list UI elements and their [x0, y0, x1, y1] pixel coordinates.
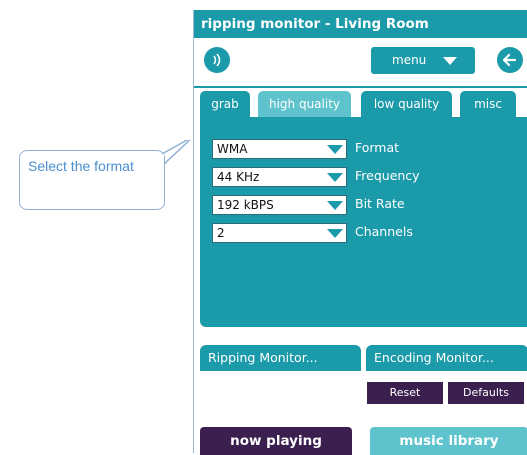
speaker-icon[interactable] [204, 47, 230, 73]
now-playing-tab[interactable]: now playing [200, 427, 352, 455]
chevron-down-icon [327, 173, 343, 182]
settings-panel: WMA Format 44 KHz Frequency 192 kBPS Bit… [200, 117, 527, 327]
device-screen: ripping monitor - Living Room menu grab … [193, 10, 527, 455]
bitrate-value: 192 kBPS [217, 198, 274, 212]
chevron-down-icon [327, 145, 343, 154]
chevron-down-icon [327, 201, 343, 210]
chevron-down-icon [443, 57, 457, 65]
chevron-down-icon [327, 229, 343, 238]
callout-text: Select the format [28, 158, 134, 174]
format-label: Format [355, 140, 400, 155]
bitrate-label: Bit Rate [355, 196, 405, 211]
defaults-button[interactable]: Defaults [448, 382, 524, 404]
speaker-icon-graphic [213, 53, 221, 67]
reset-button[interactable]: Reset [367, 382, 443, 404]
menu-label: menu [392, 53, 427, 67]
frequency-label: Frequency [355, 168, 420, 183]
channels-select[interactable]: 2 [212, 223, 347, 243]
ripping-monitor-button[interactable]: Ripping Monitor... [200, 345, 361, 371]
tab-high-quality[interactable]: high quality [258, 91, 351, 117]
tab-low-quality[interactable]: low quality [361, 91, 452, 117]
menu-button[interactable]: menu [371, 47, 475, 74]
music-library-tab[interactable]: music library [370, 427, 527, 455]
back-arrow-icon[interactable] [497, 47, 523, 73]
toolbar-divider [194, 86, 527, 88]
frequency-select[interactable]: 44 KHz [212, 167, 347, 187]
window-title: ripping monitor - Living Room [194, 10, 527, 38]
format-select[interactable]: WMA [212, 139, 347, 159]
format-value: WMA [217, 142, 248, 156]
back-arrow-graphic [502, 53, 517, 67]
frequency-value: 44 KHz [217, 170, 260, 184]
tab-grab[interactable]: grab [200, 91, 250, 117]
toolbar: menu [194, 38, 527, 92]
channels-value: 2 [217, 226, 225, 240]
encoding-monitor-button[interactable]: Encoding Monitor... [366, 345, 527, 371]
bitrate-select[interactable]: 192 kBPS [212, 195, 347, 215]
tab-misc[interactable]: misc [460, 91, 516, 117]
callout-box: Select the format [19, 150, 165, 210]
channels-label: Channels [355, 224, 413, 239]
